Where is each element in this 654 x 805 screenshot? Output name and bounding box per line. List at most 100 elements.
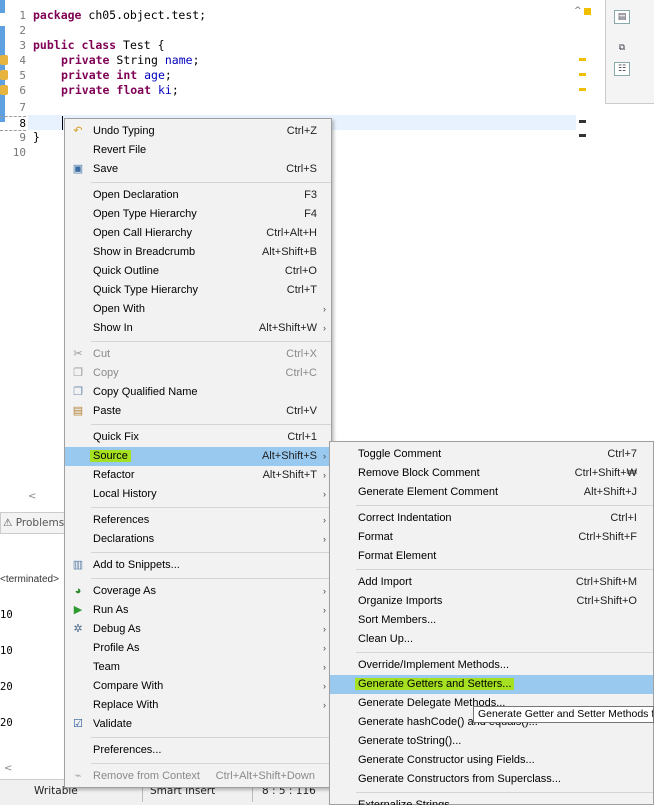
- ruler-warning-mark[interactable]: [579, 88, 586, 91]
- menu-item-open-call-hierarchy[interactable]: Open Call Hierarchy Ctrl+Alt+H: [65, 224, 331, 243]
- submenu-arrow-icon: ›: [323, 323, 326, 333]
- menu-item-open-with[interactable]: Open With ›: [65, 300, 331, 319]
- submenu-arrow-icon: ›: [323, 700, 326, 710]
- ruler-occurrence-mark[interactable]: [579, 134, 586, 137]
- code-line: private String name;: [61, 53, 200, 67]
- paste-icon: ▤: [72, 405, 84, 417]
- submenu-arrow-icon: ›: [323, 605, 326, 615]
- menu-item-remove-block-comment[interactable]: Remove Block Comment Ctrl+Shift+₩: [330, 464, 653, 483]
- menu-item-replace-with[interactable]: Replace With ›: [65, 696, 331, 715]
- warning-summary-icon[interactable]: [584, 8, 591, 15]
- menu-item-toggle-comment[interactable]: Toggle Comment Ctrl+7: [330, 445, 653, 464]
- source-submenu: Toggle Comment Ctrl+7 Remove Block Commen…: [329, 441, 654, 805]
- menu-item-clean-up[interactable]: Clean Up...: [330, 630, 653, 649]
- code-line: private int age;: [61, 68, 172, 82]
- menu-item-override-implement-methods[interactable]: Override/Implement Methods...: [330, 656, 653, 675]
- menu-separator: [356, 569, 653, 570]
- restore-icon[interactable]: ⧉: [614, 42, 630, 56]
- submenu-arrow-icon: ›: [323, 470, 326, 480]
- menu-item-generate-tostring[interactable]: Generate toString()...: [330, 732, 653, 751]
- menu-item-quick-type-hierarchy[interactable]: Quick Type Hierarchy Ctrl+T: [65, 281, 331, 300]
- line-number-ruler[interactable]: 1 2 3 4 5 6 7 8 9 10: [0, 0, 28, 170]
- console-line: 20: [0, 681, 13, 693]
- menu-item-copy-qualified-name[interactable]: ❐ Copy Qualified Name: [65, 383, 331, 402]
- menu-item-quick-fix[interactable]: Quick Fix Ctrl+1: [65, 428, 331, 447]
- menu-item-organize-imports[interactable]: Organize Imports Ctrl+Shift+O: [330, 592, 653, 611]
- console-line: 10: [0, 609, 13, 621]
- menu-item-paste[interactable]: ▤ Paste Ctrl+V: [65, 402, 331, 421]
- debug-icon: ✲: [73, 623, 83, 635]
- submenu-arrow-icon: ›: [323, 451, 326, 461]
- snippets-icon: ▥: [72, 559, 84, 571]
- menu-item-compare-with[interactable]: Compare With ›: [65, 677, 331, 696]
- menu-item-source[interactable]: Source Alt+Shift+S ›: [65, 447, 331, 466]
- menu-item-show-in-breadcrumb[interactable]: Show in Breadcrumb Alt+Shift+B: [65, 243, 331, 262]
- menu-item-references[interactable]: References ›: [65, 511, 331, 530]
- menu-item-declarations[interactable]: Declarations ›: [65, 530, 331, 549]
- submenu-arrow-icon: ›: [323, 662, 326, 672]
- console-terminated-label: <terminated>: [0, 574, 59, 585]
- menu-item-coverage-as[interactable]: ◕ Coverage As ›: [65, 582, 331, 601]
- console-scroll-left[interactable]: <: [4, 763, 12, 774]
- menu-item-preferences[interactable]: Preferences...: [65, 741, 331, 760]
- overview-ruler[interactable]: ^: [574, 0, 591, 200]
- scroll-up-icon[interactable]: ^: [574, 6, 582, 16]
- outline-icon[interactable]: ▤: [614, 10, 630, 24]
- menu-item-team[interactable]: Team ›: [65, 658, 331, 677]
- code-line: private float ki;: [61, 83, 179, 97]
- outline-view-minimized: ▤ ⧉ ☷: [605, 0, 654, 104]
- menu-item-show-in[interactable]: Show In Alt+Shift+W ›: [65, 319, 331, 338]
- undo-icon: ↶: [73, 125, 83, 137]
- menu-separator: [91, 424, 331, 425]
- menu-item-run-as[interactable]: ▶ Run As ›: [65, 601, 331, 620]
- menu-item-format[interactable]: Format Ctrl+Shift+F: [330, 528, 653, 547]
- ruler-warning-mark[interactable]: [579, 58, 586, 61]
- editor-context-menu: ↶ Undo Typing Ctrl+Z Revert File ▣ Save Ctrl…: [64, 118, 332, 788]
- menu-item-externalize-strings[interactable]: Externalize Strings...: [330, 796, 653, 805]
- submenu-arrow-icon: ›: [323, 534, 326, 544]
- menu-item-open-type-hierarchy[interactable]: Open Type Hierarchy F4: [65, 205, 331, 224]
- submenu-arrow-icon: ›: [323, 643, 326, 653]
- menu-item-save[interactable]: ▣ Save Ctrl+S: [65, 160, 331, 179]
- menu-item-generate-constructors-superclass[interactable]: Generate Constructors from Superclass...: [330, 770, 653, 789]
- text-caret: [62, 116, 63, 130]
- menu-item-copy[interactable]: ❐ Copy Ctrl+C: [65, 364, 331, 383]
- horizontal-scroll-left[interactable]: <: [28, 491, 66, 503]
- menu-item-add-import[interactable]: Add Import Ctrl+Shift+M: [330, 573, 653, 592]
- menu-item-generate-element-comment[interactable]: Generate Element Comment Alt+Shift+J: [330, 483, 653, 502]
- console-output: <terminated> 10 10 20 20: [0, 550, 65, 741]
- ruler-occurrence-mark[interactable]: [579, 120, 586, 123]
- menu-item-profile-as[interactable]: Profile As ›: [65, 639, 331, 658]
- code-line: public class Test {: [33, 38, 165, 52]
- menu-item-correct-indentation[interactable]: Correct Indentation Ctrl+I: [330, 509, 653, 528]
- menu-item-cut[interactable]: ✂ Cut Ctrl+X: [65, 345, 331, 364]
- submenu-arrow-icon: ›: [323, 624, 326, 634]
- console-line: 10: [0, 645, 13, 657]
- tab-problems[interactable]: ⚠ Problems: [0, 512, 65, 534]
- menu-item-add-to-snippets[interactable]: ▥ Add to Snippets...: [65, 556, 331, 575]
- menu-item-undo-typing[interactable]: ↶ Undo Typing Ctrl+Z: [65, 122, 331, 141]
- menu-separator: [91, 182, 331, 183]
- menu-item-generate-constructor-fields[interactable]: Generate Constructor using Fields...: [330, 751, 653, 770]
- menu-item-revert-file[interactable]: Revert File: [65, 141, 331, 160]
- menu-separator: [91, 341, 331, 342]
- code-line: }: [33, 130, 40, 144]
- menu-separator: [91, 763, 331, 764]
- submenu-arrow-icon: ›: [323, 489, 326, 499]
- menu-item-refactor[interactable]: Refactor Alt+Shift+T ›: [65, 466, 331, 485]
- menu-item-generate-getters-setters[interactable]: Generate Getters and Setters...: [330, 675, 653, 694]
- menu-item-sort-members[interactable]: Sort Members...: [330, 611, 653, 630]
- menu-item-debug-as[interactable]: ✲ Debug As ›: [65, 620, 331, 639]
- menu-separator: [91, 507, 331, 508]
- ruler-warning-mark[interactable]: [579, 73, 586, 76]
- menu-item-validate[interactable]: ☑ Validate: [65, 715, 331, 734]
- console-line: 20: [0, 717, 13, 729]
- submenu-arrow-icon: ›: [323, 586, 326, 596]
- menu-item-local-history[interactable]: Local History ›: [65, 485, 331, 504]
- menu-item-format-element[interactable]: Format Element: [330, 547, 653, 566]
- menu-separator: [91, 552, 331, 553]
- hierarchy-icon[interactable]: ☷: [614, 62, 630, 76]
- menu-item-open-declaration[interactable]: Open Declaration F3: [65, 186, 331, 205]
- menu-item-quick-outline[interactable]: Quick Outline Ctrl+O: [65, 262, 331, 281]
- menu-item-remove-from-context[interactable]: ⌁ Remove from Context Ctrl+Alt+Shift+Down: [65, 767, 331, 786]
